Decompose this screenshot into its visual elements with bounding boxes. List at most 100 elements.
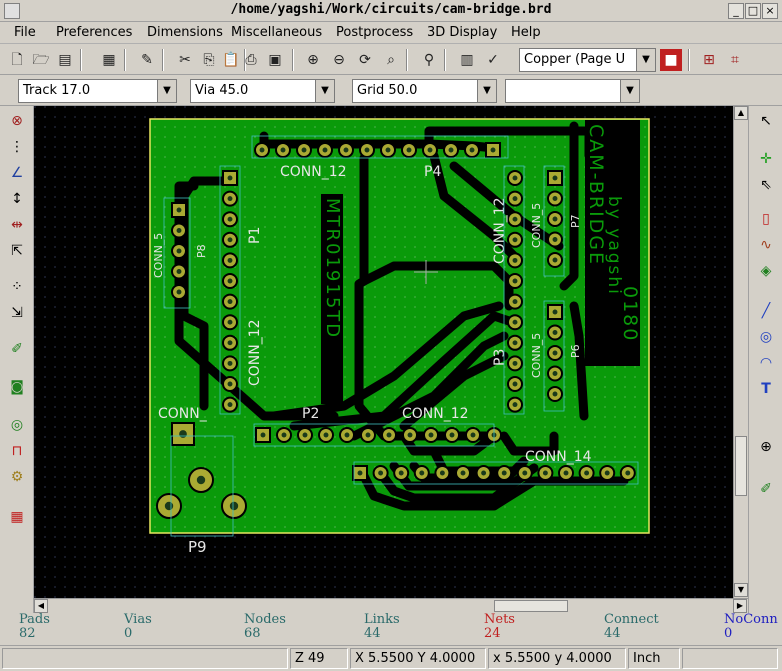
- label-p8: P8: [195, 244, 208, 258]
- page-settings-icon[interactable]: ▦: [98, 49, 120, 71]
- find-icon[interactable]: ⚲: [418, 49, 440, 71]
- layer-select-arrow[interactable]: ▼: [636, 48, 656, 72]
- zone-display-icon[interactable]: ◙: [6, 376, 28, 398]
- label-p9: P9: [188, 538, 207, 556]
- save-board-icon[interactable]: ▤: [54, 49, 76, 71]
- add-module-icon[interactable]: ▯: [755, 208, 777, 230]
- via-size-arrow[interactable]: ▼: [315, 79, 335, 103]
- cursor-shape-icon[interactable]: ⇱: [6, 240, 28, 262]
- paste-icon[interactable]: 📋: [220, 49, 242, 71]
- stat-connect-label: Connect: [604, 612, 659, 627]
- add-zone-icon[interactable]: ◈: [755, 260, 777, 282]
- open-board-icon[interactable]: 🗁: [30, 49, 52, 71]
- minimize-button[interactable]: _: [728, 3, 744, 19]
- pad-hole: [512, 257, 518, 263]
- pad-hole: [280, 147, 286, 153]
- via-size-select[interactable]: Via 45.0: [190, 79, 316, 103]
- highlight-net-icon[interactable]: ✛: [755, 148, 777, 170]
- drc-icon[interactable]: ✓: [482, 49, 504, 71]
- label-conn12-left: CONN_12: [247, 319, 263, 386]
- plot-icon[interactable]: ▣: [264, 49, 286, 71]
- module-ratsnest-icon[interactable]: ⇲: [6, 302, 28, 324]
- drc-off-icon[interactable]: ⊗: [6, 110, 28, 132]
- menu-file[interactable]: File: [14, 25, 36, 40]
- zoom-select[interactable]: [505, 79, 621, 103]
- copy-icon[interactable]: ⎘: [198, 49, 220, 71]
- delete-icon[interactable]: ✐: [755, 478, 777, 500]
- stat-vias-label: Vias: [124, 612, 152, 627]
- menu-dimensions[interactable]: Dimensions: [147, 25, 223, 40]
- zoom-select-arrow[interactable]: ▼: [620, 79, 640, 103]
- grid-toggle-icon[interactable]: ⋮: [6, 136, 28, 158]
- scroll-left-arrow[interactable]: ◀: [34, 599, 48, 613]
- horizontal-scrollbar[interactable]: ◀ ▶: [34, 598, 748, 613]
- maximize-button[interactable]: □: [745, 3, 761, 19]
- add-text-icon[interactable]: T: [755, 378, 777, 400]
- print-icon[interactable]: ⎙: [240, 49, 262, 71]
- pad-hole: [364, 147, 370, 153]
- units-mm-icon[interactable]: ⇹: [6, 214, 28, 236]
- menu-preferences[interactable]: Preferences: [56, 25, 132, 40]
- vertical-scroll-thumb[interactable]: [735, 436, 747, 496]
- label-conn12-bottom: CONN_12: [402, 406, 469, 422]
- pcb-canvas[interactable]: MTR01915TD CAM-BRIDGE by yagshi 0180 CON…: [34, 106, 733, 598]
- menu-help[interactable]: Help: [511, 25, 541, 40]
- high-contrast-icon[interactable]: ⚙: [6, 466, 28, 488]
- microwave-toolbar-icon[interactable]: ▦: [6, 506, 28, 528]
- track-width-select[interactable]: Track 17.0: [18, 79, 158, 103]
- layer-pair-icon[interactable]: ■: [660, 49, 682, 71]
- pad-hole: [542, 470, 548, 476]
- pad-sketch-icon[interactable]: ◎: [6, 414, 28, 436]
- pad-hole: [448, 147, 454, 153]
- add-circle-icon[interactable]: ◎: [755, 326, 777, 348]
- pad-hole: [419, 470, 425, 476]
- pad-hole: [552, 391, 558, 397]
- autoroute-icon[interactable]: ⌗: [724, 49, 746, 71]
- add-track-icon[interactable]: ∿: [755, 234, 777, 256]
- menu-postprocess[interactable]: Postprocess: [336, 25, 413, 40]
- autoplace-icon[interactable]: ⊞: [698, 49, 720, 71]
- polar-coord-icon[interactable]: ∠: [6, 162, 28, 184]
- scroll-right-arrow[interactable]: ▶: [733, 599, 747, 613]
- grid-select-arrow[interactable]: ▼: [477, 79, 497, 103]
- zoom-in-icon[interactable]: ⊕: [302, 49, 324, 71]
- pad-hole: [227, 175, 233, 181]
- pad-hole: [552, 309, 558, 315]
- status-relative-position: x 5.5500 y 4.0000: [488, 648, 626, 669]
- cut-icon[interactable]: ✂: [174, 49, 196, 71]
- track-sketch-icon[interactable]: ⊓: [6, 440, 28, 462]
- status-units: Inch: [628, 648, 680, 669]
- add-line-icon[interactable]: ╱: [755, 300, 777, 322]
- pad-hole: [227, 402, 233, 408]
- menu-3d-display[interactable]: 3D Display: [427, 25, 497, 40]
- redraw-icon[interactable]: ⟳: [354, 49, 376, 71]
- vertical-scrollbar[interactable]: ▲ ▼: [733, 106, 748, 598]
- horizontal-scroll-thumb[interactable]: [494, 600, 568, 612]
- local-ratsnest-icon[interactable]: ⇖: [755, 174, 777, 196]
- options-toolbar: Track 17.0 ▼ Via 45.0 ▼ Grid 50.0 ▼ ▼: [0, 76, 782, 106]
- menu-miscellaneous[interactable]: Miscellaneous: [231, 25, 322, 40]
- select-arrow-icon[interactable]: ↖: [755, 110, 777, 132]
- module-editor-icon[interactable]: ✎: [136, 49, 158, 71]
- scroll-up-arrow[interactable]: ▲: [734, 106, 748, 120]
- netlist-icon[interactable]: ▥: [456, 49, 478, 71]
- layer-select[interactable]: Copper (Page U: [519, 48, 637, 72]
- label-p4: P4: [424, 164, 441, 180]
- scroll-down-arrow[interactable]: ▼: [734, 583, 748, 597]
- new-board-icon[interactable]: 🗋: [6, 49, 28, 71]
- pad-hole: [552, 350, 558, 356]
- units-inch-icon[interactable]: ↕: [6, 188, 28, 210]
- grid-select[interactable]: Grid 50.0: [352, 79, 478, 103]
- auto-delete-track-icon[interactable]: ✐: [6, 338, 28, 360]
- pad-hole: [227, 340, 233, 346]
- track-width-arrow[interactable]: ▼: [157, 79, 177, 103]
- ratsnest-icon[interactable]: ⁘: [6, 276, 28, 298]
- add-arc-icon[interactable]: ◠: [755, 352, 777, 374]
- stat-links-value: 44: [364, 626, 381, 641]
- add-mire-icon[interactable]: ⊕: [755, 436, 777, 458]
- pad-hole: [227, 381, 233, 387]
- zoom-out-icon[interactable]: ⊖: [328, 49, 350, 71]
- zoom-auto-icon[interactable]: ⌕: [380, 49, 402, 71]
- close-button[interactable]: ×: [762, 3, 778, 19]
- pad-hole: [281, 432, 287, 438]
